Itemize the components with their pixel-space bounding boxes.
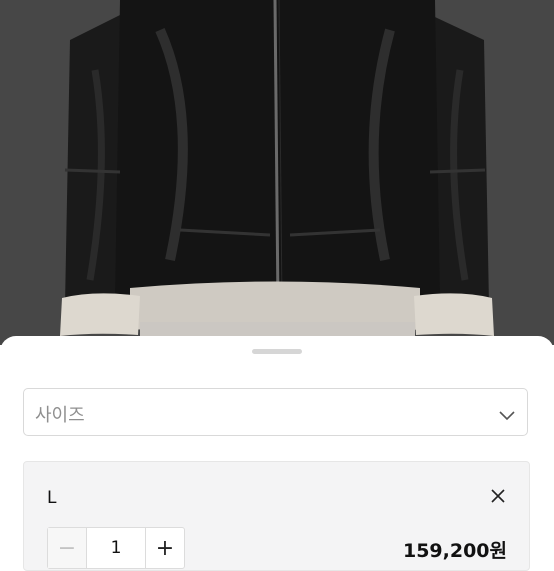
quantity-value[interactable]: 1 [86, 528, 146, 568]
size-dropdown-placeholder: 사이즈 [35, 405, 85, 426]
selected-option-card: L − 1 + 159,200원 [23, 461, 530, 571]
jacket-image [0, 0, 554, 345]
sheet-drag-handle[interactable] [252, 349, 302, 354]
selected-size-label: L [47, 488, 57, 508]
option-price: 159,200원 [402, 540, 507, 562]
option-bottom-sheet: 사이즈 L − 1 + 159,200원 [0, 336, 554, 571]
decrease-quantity-button[interactable]: − [48, 528, 86, 568]
close-icon[interactable] [491, 488, 505, 507]
increase-quantity-button[interactable]: + [146, 528, 184, 568]
product-photo [0, 0, 554, 345]
chevron-down-icon [499, 406, 515, 425]
size-dropdown[interactable]: 사이즈 [23, 388, 528, 436]
quantity-stepper: − 1 + [47, 527, 185, 569]
